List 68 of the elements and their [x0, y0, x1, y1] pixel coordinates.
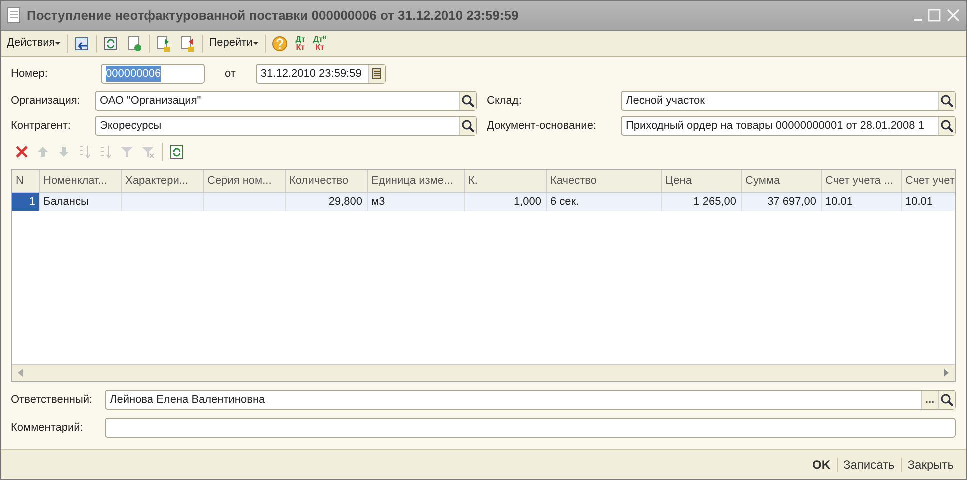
- save-icon: [74, 36, 90, 52]
- column-header[interactable]: Количество: [285, 170, 367, 192]
- table-cell: 10.01: [821, 192, 901, 211]
- table-cell: 37 697,00: [741, 192, 821, 211]
- column-header[interactable]: N: [12, 170, 39, 192]
- input-field[interactable]: Экоресурсы: [95, 116, 477, 136]
- input-field[interactable]: Лесной участок: [621, 91, 956, 111]
- table-cell: 6 сек.: [546, 192, 661, 211]
- table-cell: 1 265,00: [661, 192, 741, 211]
- table-cell: Балансы: [39, 192, 121, 211]
- footer-button[interactable]: Закрыть: [900, 458, 960, 472]
- left-arrow-icon: [16, 368, 24, 378]
- document-arrow-icon: [180, 36, 196, 52]
- posting-button[interactable]: Дт$^{н}$ Кт: [311, 36, 329, 52]
- table-cell: м3: [367, 192, 464, 211]
- close-icon[interactable]: [947, 9, 960, 22]
- column-header[interactable]: Счет учета ...: [821, 170, 901, 192]
- column-header[interactable]: Качество: [546, 170, 661, 192]
- table-cell: 1: [12, 192, 39, 211]
- input-field[interactable]: ОАО "Организация": [95, 91, 477, 111]
- posting-button[interactable]: Дт Кт: [294, 36, 308, 52]
- input-field[interactable]: Приходный ордер на товары 00000000001 от 28.01.2008 1: [621, 116, 956, 136]
- refresh-icon[interactable]: [170, 145, 184, 159]
- calendar-icon[interactable]: [372, 68, 382, 80]
- column-header[interactable]: Счет учет: [901, 170, 955, 192]
- field-label: Комментарий:: [11, 420, 84, 436]
- toolbar-button[interactable]: [270, 36, 290, 52]
- column-header[interactable]: Характери...: [121, 170, 203, 192]
- field-label: Документ-основание:: [487, 118, 598, 134]
- date-field[interactable]: 31.12.2010 23:59:59: [256, 64, 386, 84]
- select-button[interactable]: ...: [921, 391, 938, 409]
- field-label: Ответственный:: [11, 392, 94, 408]
- footer-button[interactable]: OK: [806, 458, 836, 472]
- footer-button[interactable]: Записать: [836, 458, 901, 472]
- search-icon[interactable]: [940, 94, 954, 108]
- column-header[interactable]: Единица изме...: [367, 170, 464, 192]
- refresh-icon: [103, 36, 120, 52]
- field-label: Номер:: [11, 66, 49, 82]
- number-field[interactable]: 000000006: [101, 64, 205, 84]
- table-cell: 10.01: [901, 192, 955, 211]
- caret-icon: [55, 42, 62, 45]
- search-icon[interactable]: [461, 94, 475, 108]
- caret-icon: [252, 42, 259, 45]
- window-title: Поступление неотфактурованной поставки 000000006 от 31.12.2010 23:59:59: [27, 6, 520, 25]
- search-icon[interactable]: [461, 119, 475, 133]
- column-header[interactable]: Серия ном...: [203, 170, 285, 192]
- help-icon: [272, 36, 288, 52]
- table-cell: 1,000: [464, 192, 546, 211]
- field-label: Склад:: [487, 94, 523, 109]
- search-icon[interactable]: [940, 119, 954, 133]
- document-icon: [7, 7, 21, 24]
- column-header[interactable]: Цена: [661, 170, 741, 192]
- delete-icon[interactable]: [15, 145, 29, 159]
- table-cell: 29,800: [285, 192, 367, 211]
- right-arrow-icon: [943, 368, 951, 378]
- field-label: Контрагент:: [11, 118, 72, 134]
- field-label: Организация:: [11, 94, 82, 109]
- column-header[interactable]: К.: [464, 170, 546, 192]
- menu-button[interactable]: Перейти: [207, 35, 261, 52]
- column-header[interactable]: Номенклат...: [39, 170, 121, 192]
- search-icon[interactable]: [940, 393, 954, 407]
- column-header[interactable]: Сумма: [741, 170, 821, 192]
- menu-button[interactable]: Действия: [5, 35, 64, 52]
- input-field[interactable]: Лейнова Елена Валентиновна ...: [105, 390, 956, 410]
- maximize-icon[interactable]: [928, 9, 941, 22]
- document-arrow-icon: [156, 36, 172, 52]
- copy-icon: [127, 36, 144, 52]
- field-label: от: [225, 66, 236, 82]
